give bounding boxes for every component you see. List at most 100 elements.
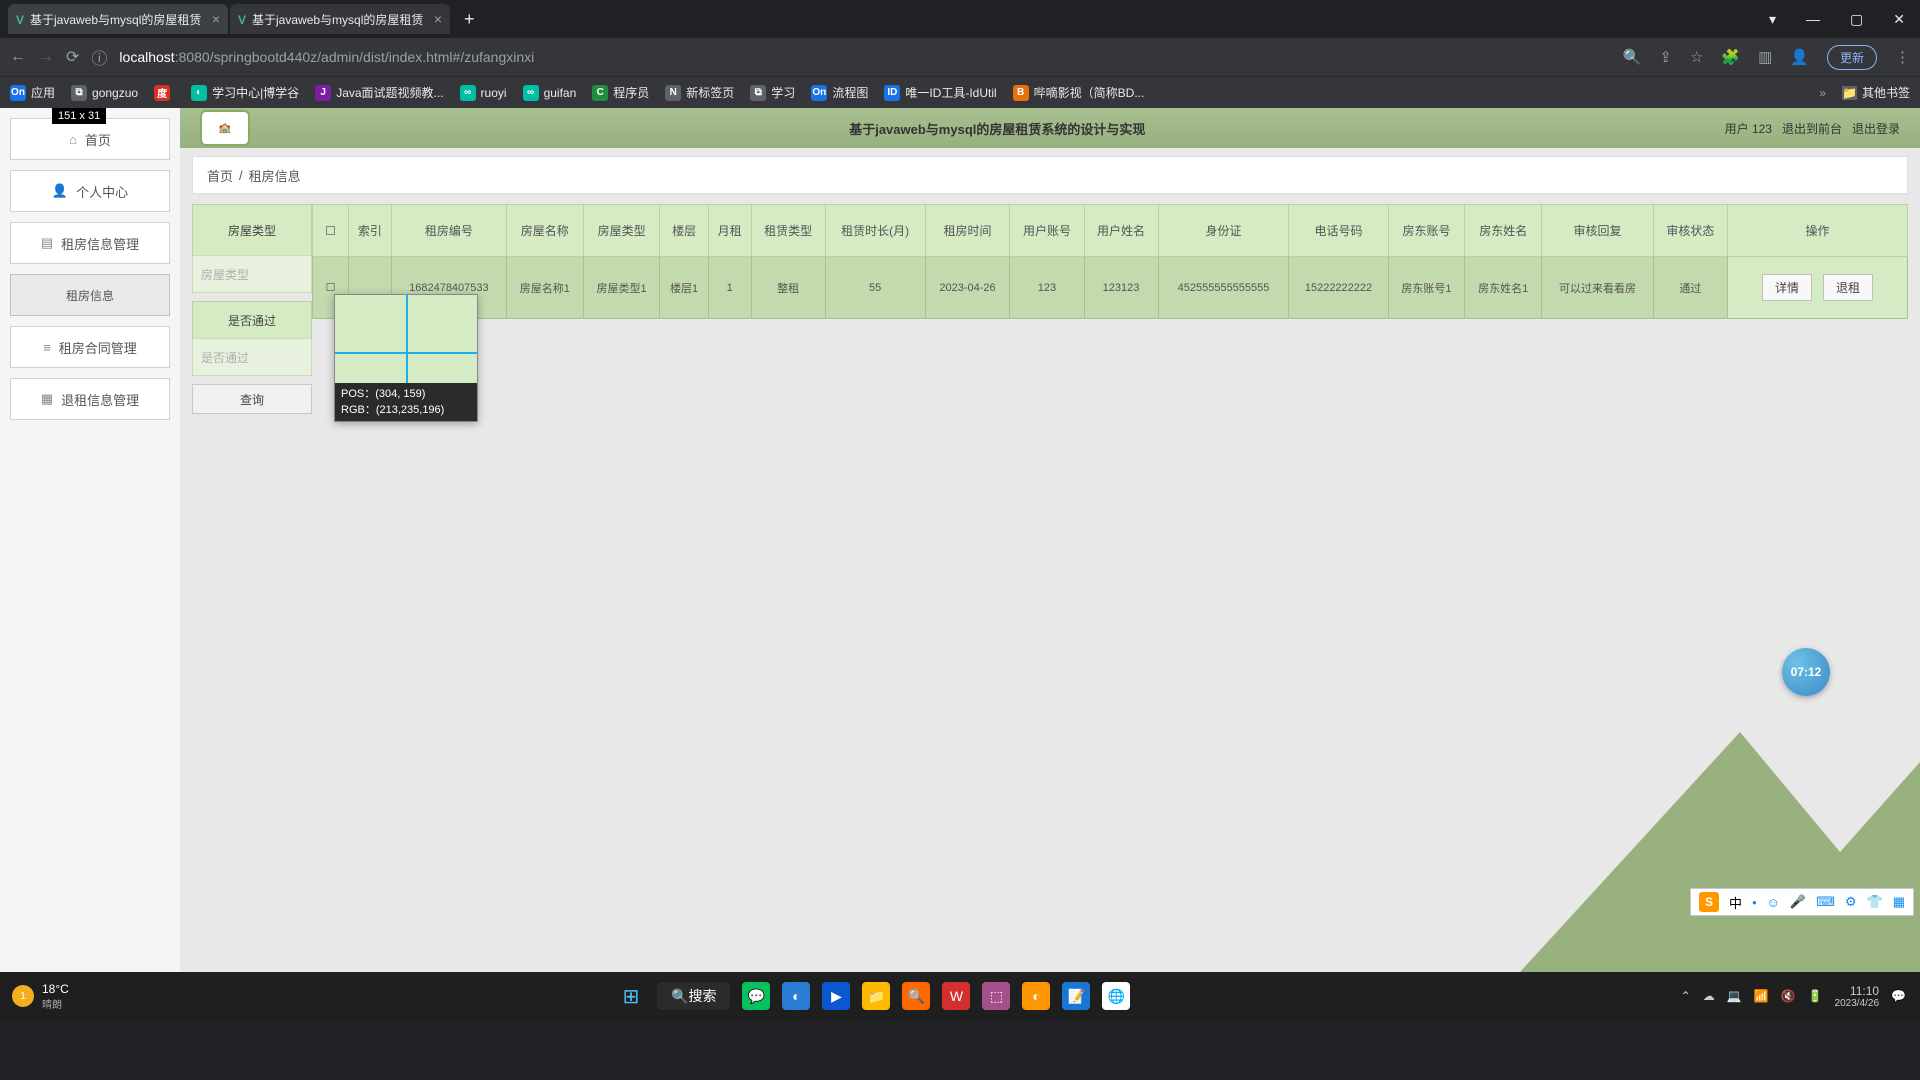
battery-icon[interactable]: 🔋 — [1808, 989, 1823, 1003]
logout-link[interactable]: 退出登录 — [1852, 120, 1900, 137]
breadcrumb-home[interactable]: 首页 — [207, 166, 233, 185]
forward-icon[interactable]: → — [38, 48, 54, 66]
floating-clock-badge[interactable]: 07:12 — [1782, 648, 1830, 696]
filter-pass-input[interactable]: 是否通过 — [192, 338, 312, 376]
address-bar: ← → ⟳ ⓘ localhost:8080/springbootd440z/a… — [0, 38, 1920, 76]
app-icon[interactable]: ◐ — [1022, 982, 1050, 1010]
ime-icon[interactable]: ⌨ — [1816, 894, 1835, 910]
bookmark-item[interactable]: 度 — [154, 85, 175, 101]
other-bookmarks[interactable]: 📁其他书签 — [1842, 84, 1910, 101]
url-field[interactable]: localhost:8080/springbootd440z/admin/dis… — [119, 49, 1610, 65]
logo-icon: 🏫 — [200, 110, 250, 146]
breadcrumb: 首页 / 租房信息 — [192, 156, 1908, 194]
sidebar-item-home[interactable]: ⌂首页 — [10, 118, 170, 160]
sidebar: ⌂首页 👤个人中心 ▤租房信息管理 租房信息 ≡租房合同管理 ▦退租信息管理 — [0, 108, 180, 972]
tab-title: 基于javaweb与mysql的房屋租赁 — [252, 13, 423, 27]
page-header: 🏫 基于javaweb与mysql的房屋租赁系统的设计与实现 用户 123 退出… — [180, 108, 1920, 148]
close-icon[interactable]: × — [434, 11, 442, 27]
browser-icon[interactable]: ◐ — [782, 982, 810, 1010]
filter-pass-label: 是否通过 — [192, 301, 312, 339]
bookmark-item[interactable]: On流程图 — [811, 84, 868, 101]
page-viewport: ⌂首页 👤个人中心 ▤租房信息管理 租房信息 ≡租房合同管理 ▦退租信息管理 🏫… — [0, 108, 1920, 972]
tray-icon[interactable]: ☁ — [1703, 989, 1715, 1003]
share-icon[interactable]: ⇪ — [1659, 48, 1672, 66]
ime-icon[interactable]: ☺ — [1767, 895, 1780, 910]
bookmark-item[interactable]: ⧉gongzuo — [71, 85, 138, 101]
checkbox-header[interactable]: ☐ — [313, 205, 349, 257]
window-close-icon[interactable]: ✕ — [1893, 11, 1905, 28]
maximize-icon[interactable]: ▢ — [1850, 11, 1863, 28]
ime-icon[interactable]: 👕 — [1867, 894, 1883, 910]
explorer-icon[interactable]: 📁 — [862, 982, 890, 1010]
tray-chevron-icon[interactable]: ⌃ — [1681, 989, 1691, 1003]
start-icon[interactable]: ⊞ — [617, 982, 645, 1010]
side-panel-icon[interactable]: ▥ — [1758, 48, 1772, 66]
bookmark-overflow-icon[interactable]: » — [1819, 86, 1826, 100]
notifications-icon[interactable]: 💬 — [1891, 989, 1906, 1003]
ime-icon[interactable]: ▦ — [1893, 894, 1905, 910]
chrome-icon[interactable]: 🌐 — [1102, 982, 1130, 1010]
tray-icon[interactable]: 💻 — [1727, 989, 1742, 1003]
table-header-row: ☐ 索引 租房编号 房屋名称 房屋类型 楼层 月租 租赁类型 租赁时长(月) 租… — [313, 205, 1908, 257]
extensions-icon[interactable]: 🧩 — [1721, 48, 1740, 66]
system-tray: ⌃ ☁ 💻 📶 🔇 🔋 11:10 2023/4/26 💬 — [1667, 984, 1920, 1009]
bookmark-item[interactable]: C程序员 — [592, 84, 649, 101]
volume-icon[interactable]: 🔇 — [1781, 989, 1796, 1003]
profile-icon[interactable]: 👤 — [1790, 48, 1809, 66]
browser-tab[interactable]: V基于javaweb与mysql的房屋租赁 × — [230, 4, 450, 34]
close-icon[interactable]: × — [212, 11, 220, 27]
detail-button[interactable]: 详情 — [1762, 274, 1812, 301]
sidebar-item-cancel[interactable]: ▦退租信息管理 — [10, 378, 170, 420]
bookmark-item[interactable]: B哔嘀影视（简称BD... — [1013, 84, 1145, 101]
site-info-icon[interactable]: ⓘ — [91, 45, 107, 69]
sidebar-item-contract[interactable]: ≡租房合同管理 — [10, 326, 170, 368]
back-icon[interactable]: ← — [10, 48, 26, 66]
bookmark-item[interactable]: ID唯一ID工具-IdUtil — [884, 84, 996, 101]
bookmark-item[interactable]: JJava面试题视频教... — [315, 84, 443, 101]
ime-logo-icon: S — [1699, 892, 1719, 912]
wifi-icon[interactable]: 📶 — [1754, 989, 1769, 1003]
bookmark-item[interactable]: ∞guifan — [523, 85, 577, 101]
sidebar-item-rentinfo[interactable]: ▤租房信息管理 — [10, 222, 170, 264]
ide-icon[interactable]: ⬚ — [982, 982, 1010, 1010]
ime-lang[interactable]: 中 — [1729, 893, 1742, 912]
grid-icon: ▦ — [41, 391, 53, 407]
ime-icon[interactable]: ⚙ — [1845, 894, 1857, 910]
taskbar-search[interactable]: 🔍 搜索 — [657, 982, 730, 1010]
minimize-icon[interactable]: — — [1806, 11, 1820, 27]
chevron-down-icon[interactable]: ▾ — [1769, 11, 1776, 28]
home-icon: ⌂ — [69, 132, 77, 147]
new-tab-button[interactable]: + — [464, 9, 475, 30]
query-button[interactable]: 查询 — [192, 384, 312, 414]
filter-panel: 房屋类型 房屋类型 是否通过 是否通过 查询 — [192, 204, 312, 414]
sidebar-item-personal[interactable]: 👤个人中心 — [10, 170, 170, 212]
content-area: 🏫 基于javaweb与mysql的房屋租赁系统的设计与实现 用户 123 退出… — [180, 108, 1920, 972]
everything-icon[interactable]: 🔍 — [902, 982, 930, 1010]
browser-tab[interactable]: V基于javaweb与mysql的房屋租赁 × — [8, 4, 228, 34]
exit-front-link[interactable]: 退出到前台 — [1782, 120, 1842, 137]
wps-icon[interactable]: W — [942, 982, 970, 1010]
cancel-rent-button[interactable]: 退租 — [1823, 274, 1873, 301]
tab-title: 基于javaweb与mysql的房屋租赁 — [30, 13, 201, 27]
ime-icon[interactable]: 🎤 — [1790, 894, 1806, 910]
bookmark-item[interactable]: ◐学习中心|博学谷 — [191, 84, 299, 101]
filter-type-input[interactable]: 房屋类型 — [192, 255, 312, 293]
search-icon[interactable]: 🔍 — [1623, 48, 1642, 66]
bookmark-item[interactable]: ∞ruoyi — [460, 85, 507, 101]
reload-icon[interactable]: ⟳ — [66, 47, 79, 67]
video-icon[interactable]: ▶ — [822, 982, 850, 1010]
weather-widget[interactable]: 1 18°C 晴朗 — [0, 982, 81, 1011]
bookmark-item[interactable]: On应用 — [10, 84, 55, 101]
bookmark-star-icon[interactable]: ☆ — [1690, 48, 1703, 66]
sidebar-subitem-rentinfo[interactable]: 租房信息 — [10, 274, 170, 316]
wechat-icon[interactable]: 💬 — [742, 982, 770, 1010]
notepad-icon[interactable]: 📝 — [1062, 982, 1090, 1010]
bookmark-item[interactable]: N新标签页 — [665, 84, 734, 101]
page-title: 基于javaweb与mysql的房屋租赁系统的设计与实现 — [270, 119, 1725, 138]
update-button[interactable]: 更新 — [1827, 45, 1877, 70]
bookmark-item[interactable]: ⧉学习 — [750, 84, 795, 101]
menu-icon[interactable]: ⋮ — [1895, 48, 1910, 66]
ime-icon[interactable]: • — [1752, 895, 1757, 910]
ime-toolbar[interactable]: S 中 • ☺ 🎤 ⌨ ⚙ 👕 ▦ — [1690, 888, 1914, 916]
clock[interactable]: 11:10 2023/4/26 — [1835, 984, 1880, 1009]
